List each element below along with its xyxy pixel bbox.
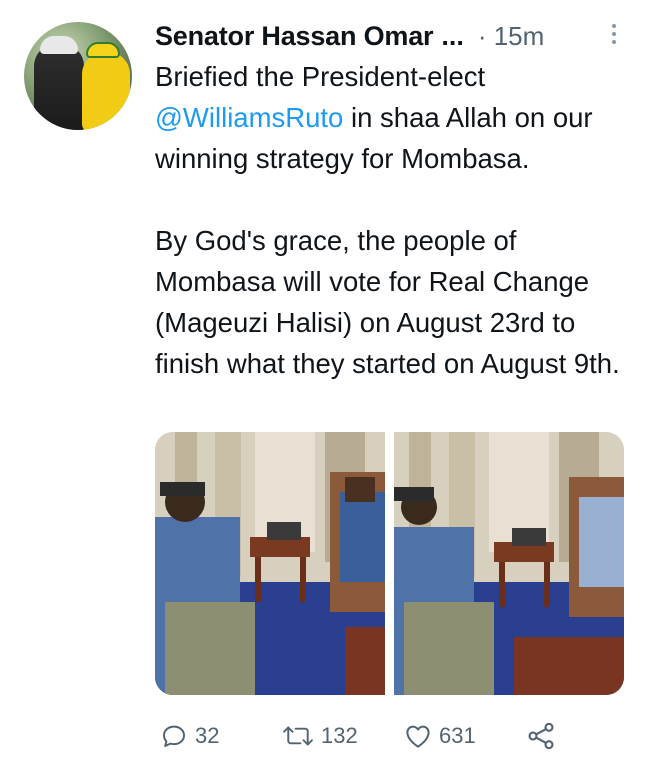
author-name[interactable]: Senator Hassan Omar <box>155 21 434 52</box>
photo-scene-2 <box>394 432 624 695</box>
speech-bubble-icon <box>163 725 185 747</box>
photo-scene-1 <box>155 432 385 695</box>
share-nodes-icon <box>528 722 554 750</box>
tweet-header: Senator Hassan Omar ... · 15m <box>155 20 625 52</box>
tweet-text: Briefied the President-elect @WilliamsRut… <box>155 56 635 384</box>
author-avatar[interactable] <box>24 22 132 130</box>
tweet-text-intro: Briefied the President-elect <box>155 61 486 92</box>
reply-count: 32 <box>195 723 220 748</box>
vertical-dots-icon[interactable] <box>611 24 617 48</box>
tweet-photo-1[interactable] <box>155 432 385 695</box>
tweet-actions: 32 132 631 <box>155 718 625 758</box>
like-button[interactable]: 631 <box>403 718 476 754</box>
avatar-figure-right <box>82 52 130 130</box>
avatar-figure-left <box>34 44 84 130</box>
tweet-photo-2[interactable] <box>394 432 624 695</box>
tweet-timestamp[interactable]: · 15m <box>478 21 544 52</box>
heart-icon <box>406 725 430 748</box>
tweet-paragraph-2: By God's grace, the people of Mombasa wi… <box>155 225 620 379</box>
share-button[interactable] <box>525 718 557 754</box>
reply-button[interactable]: 32 <box>159 718 219 754</box>
avatar-cap-yellow <box>86 42 120 58</box>
avatar-cap-white <box>40 36 78 54</box>
name-truncation: ... <box>441 20 464 51</box>
retweet-button[interactable]: 132 <box>281 718 358 754</box>
tweet-paragraph-1: Briefied the President-elect @WilliamsRut… <box>155 56 635 179</box>
mention-link[interactable]: @WilliamsRuto <box>155 102 343 133</box>
retweet-count: 132 <box>321 723 358 748</box>
retweet-arrows-icon <box>283 726 313 746</box>
like-count: 631 <box>439 723 476 748</box>
